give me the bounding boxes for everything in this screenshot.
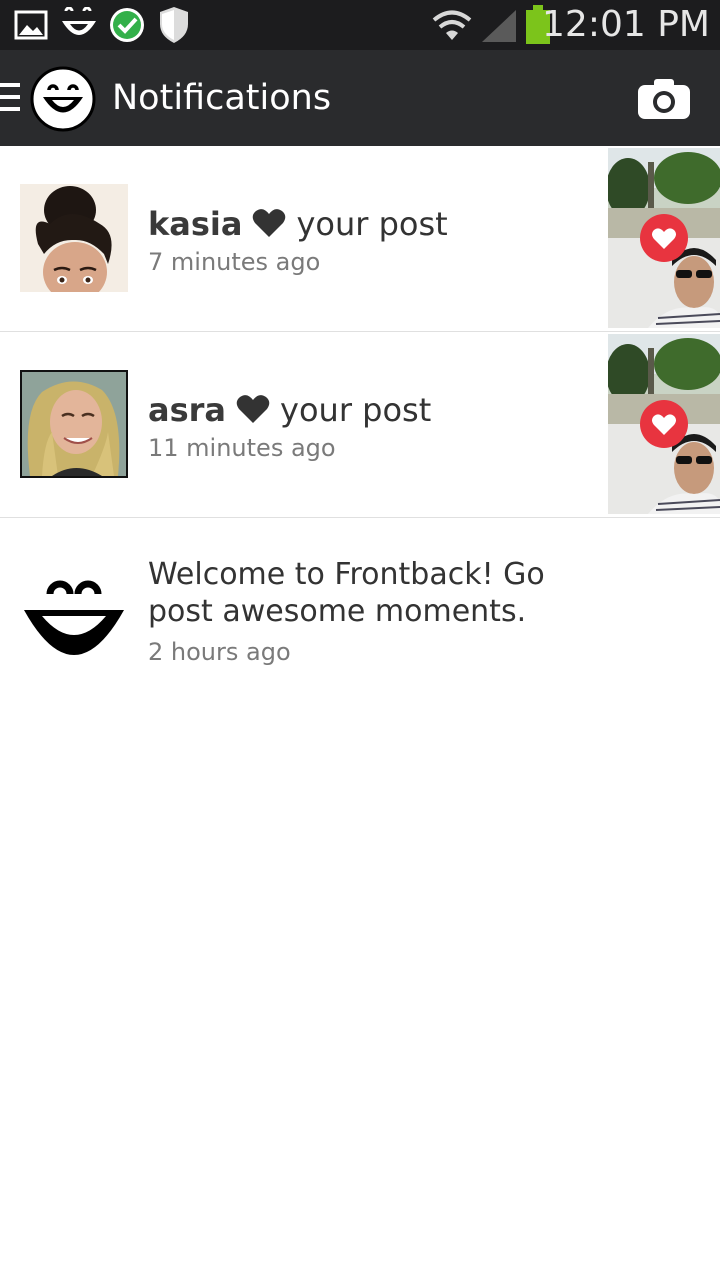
gallery-icon [14,10,48,40]
status-time: 12:01 PM [542,4,710,45]
heart-icon [236,395,270,423]
shield-icon [160,7,188,43]
notification-list: kasia your post 7 minutes ago asra your … [0,146,720,688]
notification-text: kasia your post [148,202,448,246]
hamburger-icon[interactable] [0,83,22,113]
frontback-logo-icon[interactable] [30,66,96,132]
page-title: Notifications [112,78,332,118]
frontback-smile-icon [24,580,124,655]
notification-text: asra your post [148,388,431,432]
heart-icon [253,209,286,237]
notification-action: your post [280,391,432,429]
signal-icon [482,10,516,42]
check-circle-icon [110,8,144,42]
notification-action: your post [296,205,448,243]
avatar[interactable] [20,184,128,292]
notification-time: 11 minutes ago [148,434,336,462]
avatar[interactable] [20,370,128,478]
post-thumbnail[interactable] [608,334,720,514]
frontback-icon [62,7,96,35]
status-bar: 12:01 PM [0,0,720,50]
list-item-welcome[interactable]: Welcome to Frontback! Go post awesome mo… [0,518,720,688]
list-item[interactable]: asra your post 11 minutes ago [0,332,720,518]
welcome-message: Welcome to Frontback! Go post awesome mo… [148,557,545,629]
list-item[interactable]: kasia your post 7 minutes ago [0,146,720,332]
wifi-icon [432,10,472,40]
post-thumbnail[interactable] [608,148,720,328]
action-bar: Notifications [0,50,720,146]
notification-time: 2 hours ago [148,638,291,666]
notification-time: 7 minutes ago [148,248,321,276]
username[interactable]: kasia [148,205,242,243]
camera-icon[interactable] [636,77,692,121]
username[interactable]: asra [148,391,226,429]
